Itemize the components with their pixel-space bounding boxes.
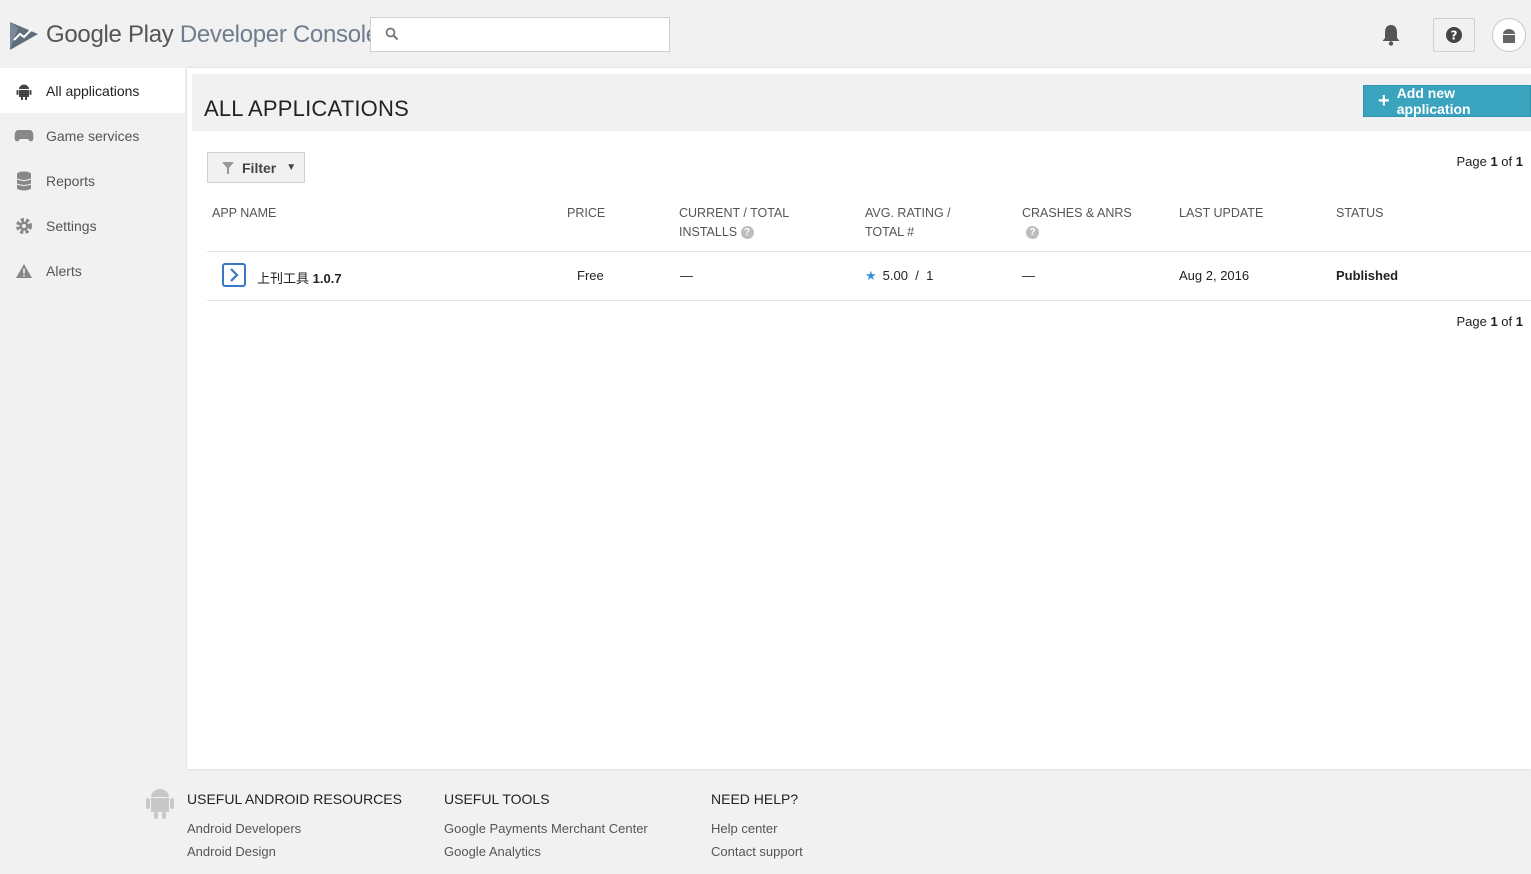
footer-link[interactable]: Google Payments Merchant Center bbox=[444, 821, 648, 836]
table-row-status: Published bbox=[1336, 268, 1399, 283]
account-button[interactable] bbox=[1492, 18, 1526, 52]
table-row-rating: ★ 5.00 / 1 bbox=[865, 268, 934, 283]
table-row-installs: — bbox=[680, 268, 693, 283]
search-icon bbox=[385, 27, 399, 41]
bell-icon bbox=[1382, 25, 1400, 46]
column-header-price[interactable]: PRICE bbox=[567, 204, 605, 223]
footer-help: NEED HELP? Help center Contact support bbox=[711, 791, 803, 867]
sidebar-item-all-applications[interactable]: All applications bbox=[0, 68, 185, 113]
caret-down-icon: ▼ bbox=[286, 162, 297, 173]
footer-tools: USEFUL TOOLS Google Payments Merchant Ce… bbox=[444, 791, 648, 867]
help-button[interactable]: ? bbox=[1433, 18, 1475, 52]
pager-bottom: Page 1 of 1 bbox=[1456, 314, 1523, 329]
table-row-last-update: Aug 2, 2016 bbox=[1179, 268, 1250, 283]
footer-heading: USEFUL TOOLS bbox=[444, 791, 550, 807]
sidebar-item-label: Reports bbox=[46, 172, 96, 189]
filter-label: Filter bbox=[242, 159, 277, 176]
footer-link[interactable]: Contact support bbox=[711, 844, 803, 859]
notifications-button[interactable] bbox=[1370, 18, 1412, 52]
footer-link[interactable]: Help center bbox=[711, 821, 803, 836]
help-circle-icon[interactable]: ? bbox=[740, 226, 754, 240]
column-header-status[interactable]: STATUS bbox=[1336, 204, 1383, 223]
main-panel: ALL APPLICATIONS + Add new application F… bbox=[187, 68, 1531, 769]
table-row-crashes: — bbox=[1022, 268, 1035, 283]
table-row-price: Free bbox=[577, 268, 604, 283]
gear-icon bbox=[14, 216, 34, 236]
column-header-installs[interactable]: CURRENT / TOTAL INSTALLS ? bbox=[679, 204, 789, 242]
footer-link[interactable]: Android Design bbox=[187, 844, 402, 859]
svg-text:?: ? bbox=[1451, 29, 1458, 43]
android-icon bbox=[146, 789, 174, 819]
column-header-crashes[interactable]: CRASHES & ANRS ? bbox=[1022, 204, 1132, 242]
column-header-rating[interactable]: AVG. RATING / TOTAL # bbox=[865, 204, 951, 242]
footer: USEFUL ANDROID RESOURCES Android Develop… bbox=[0, 769, 1531, 874]
add-new-application-button[interactable]: + Add new application bbox=[1363, 85, 1531, 117]
database-icon bbox=[14, 171, 34, 191]
pager-top: Page 1 of 1 bbox=[1456, 154, 1523, 169]
filter-icon bbox=[222, 161, 234, 174]
divider bbox=[207, 251, 1531, 252]
help-icon: ? bbox=[1446, 27, 1462, 43]
column-header-app-name[interactable]: APP NAME bbox=[212, 204, 276, 223]
column-header-last-update[interactable]: LAST UPDATE bbox=[1179, 204, 1263, 223]
app-icon[interactable] bbox=[222, 263, 246, 287]
page-title: ALL APPLICATIONS bbox=[204, 96, 409, 121]
plus-icon: + bbox=[1378, 90, 1390, 112]
google-play-logo-icon bbox=[10, 22, 38, 50]
search-input[interactable] bbox=[371, 18, 669, 51]
logo[interactable]: Google Play Developer Console bbox=[8, 18, 379, 52]
footer-heading: NEED HELP? bbox=[711, 791, 799, 807]
sidebar-item-alerts[interactable]: Alerts bbox=[0, 248, 185, 293]
search-box[interactable] bbox=[370, 17, 670, 52]
gamepad-icon bbox=[14, 126, 34, 146]
android-icon bbox=[14, 81, 34, 101]
sidebar-item-reports[interactable]: Reports bbox=[0, 158, 185, 203]
logo-developer-console: Developer Console bbox=[179, 21, 379, 48]
footer-link[interactable]: Google Analytics bbox=[444, 844, 648, 859]
table-row-app-name[interactable]: 上刊工具 1.0.7 bbox=[257, 268, 342, 287]
sidebar-item-label: All applications bbox=[46, 82, 140, 99]
footer-heading: USEFUL ANDROID RESOURCES bbox=[187, 791, 402, 807]
logo-google-play: Google Play bbox=[46, 21, 174, 48]
warning-icon bbox=[14, 261, 34, 281]
sidebar-item-label: Settings bbox=[46, 217, 97, 234]
add-new-application-label: Add new application bbox=[1396, 85, 1471, 117]
divider bbox=[207, 300, 1531, 301]
android-avatar-icon bbox=[1503, 29, 1515, 43]
sidebar-item-game-services[interactable]: Game services bbox=[0, 113, 185, 158]
footer-resources: USEFUL ANDROID RESOURCES Android Develop… bbox=[187, 791, 402, 867]
sidebar-item-settings[interactable]: Settings bbox=[0, 203, 185, 248]
filter-button[interactable]: Filter ▼ bbox=[207, 152, 305, 183]
sidebar-item-label: Alerts bbox=[46, 262, 82, 279]
help-circle-icon[interactable]: ? bbox=[1026, 226, 1039, 240]
title-bar: ALL APPLICATIONS + Add new application bbox=[192, 74, 1531, 131]
chevron-right-icon bbox=[230, 268, 239, 282]
star-icon: ★ bbox=[865, 268, 877, 283]
sidebar: All applications Game services Reports S… bbox=[0, 68, 185, 293]
sidebar-item-label: Game services bbox=[46, 127, 140, 144]
footer-link[interactable]: Android Developers bbox=[187, 821, 402, 836]
header: Google Play Developer Console ? bbox=[0, 0, 1531, 68]
